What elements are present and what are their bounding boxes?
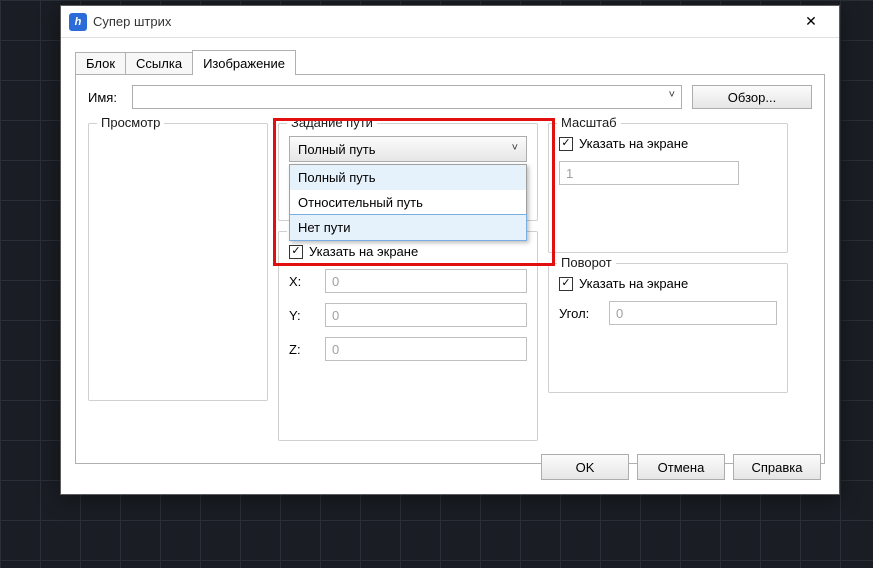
- path-option-none[interactable]: Нет пути: [289, 214, 527, 241]
- path-select[interactable]: Полный путь: [289, 136, 527, 162]
- name-select[interactable]: [132, 85, 682, 109]
- app-icon: h: [69, 13, 87, 31]
- rotation-legend: Поворот: [557, 255, 616, 270]
- tab-strip: Блок Ссылка Изображение: [75, 48, 825, 74]
- angle-input[interactable]: 0: [609, 301, 777, 325]
- close-icon: ✕: [805, 13, 817, 30]
- window-title: Супер штрих: [93, 14, 791, 29]
- fieldset-scale: Масштаб ✓ Указать на экране 1: [548, 123, 788, 253]
- name-label: Имя:: [88, 90, 122, 105]
- dialog-super-hatch: h Супер штрих ✕ Блок Ссылка Изображение …: [60, 5, 840, 495]
- y-label: Y:: [289, 308, 317, 323]
- z-input[interactable]: 0: [325, 337, 527, 361]
- tab-image[interactable]: Изображение: [192, 50, 296, 75]
- preview-legend: Просмотр: [97, 115, 164, 130]
- dialog-buttons: OK Отмена Справка: [541, 454, 821, 480]
- scale-input[interactable]: 1: [559, 161, 739, 185]
- fieldset-path: Задание пути Полный путь Полный путь Отн…: [278, 123, 538, 221]
- insert-specify-label: Указать на экране: [309, 244, 418, 259]
- x-input[interactable]: 0: [325, 269, 527, 293]
- angle-label: Угол:: [559, 306, 601, 321]
- scale-specify-label: Указать на экране: [579, 136, 688, 151]
- cancel-button[interactable]: Отмена: [637, 454, 725, 480]
- path-selected-value: Полный путь: [298, 142, 376, 157]
- tab-block[interactable]: Блок: [75, 52, 126, 74]
- insert-specify-checkbox[interactable]: ✓: [289, 245, 303, 259]
- x-label: X:: [289, 274, 317, 289]
- ok-button[interactable]: OK: [541, 454, 629, 480]
- z-label: Z:: [289, 342, 317, 357]
- scale-specify-checkbox[interactable]: ✓: [559, 137, 573, 151]
- tab-pane-image: Имя: Обзор... Просмотр Задание пути Полн…: [75, 74, 825, 464]
- tab-link[interactable]: Ссылка: [125, 52, 193, 74]
- titlebar: h Супер штрих ✕: [61, 6, 839, 38]
- path-option-full[interactable]: Полный путь: [290, 165, 526, 190]
- fieldset-rotation: Поворот ✓ Указать на экране Угол: 0: [548, 263, 788, 393]
- fieldset-preview: Просмотр: [88, 123, 268, 401]
- path-option-relative[interactable]: Относительный путь: [290, 190, 526, 215]
- rotation-specify-label: Указать на экране: [579, 276, 688, 291]
- browse-button[interactable]: Обзор...: [692, 85, 812, 109]
- rotation-specify-checkbox[interactable]: ✓: [559, 277, 573, 291]
- fieldset-insert-point: Точка вставки ✓ Указать на экране X: 0 Y…: [278, 231, 538, 441]
- help-button[interactable]: Справка: [733, 454, 821, 480]
- path-dropdown-list: Полный путь Относительный путь Нет пути: [289, 164, 527, 241]
- scale-legend: Масштаб: [557, 115, 621, 130]
- name-row: Имя: Обзор...: [88, 85, 812, 109]
- close-button[interactable]: ✕: [791, 8, 831, 36]
- path-legend: Задание пути: [287, 115, 377, 130]
- y-input[interactable]: 0: [325, 303, 527, 327]
- dialog-body: Блок Ссылка Изображение Имя: Обзор... Пр…: [61, 38, 839, 478]
